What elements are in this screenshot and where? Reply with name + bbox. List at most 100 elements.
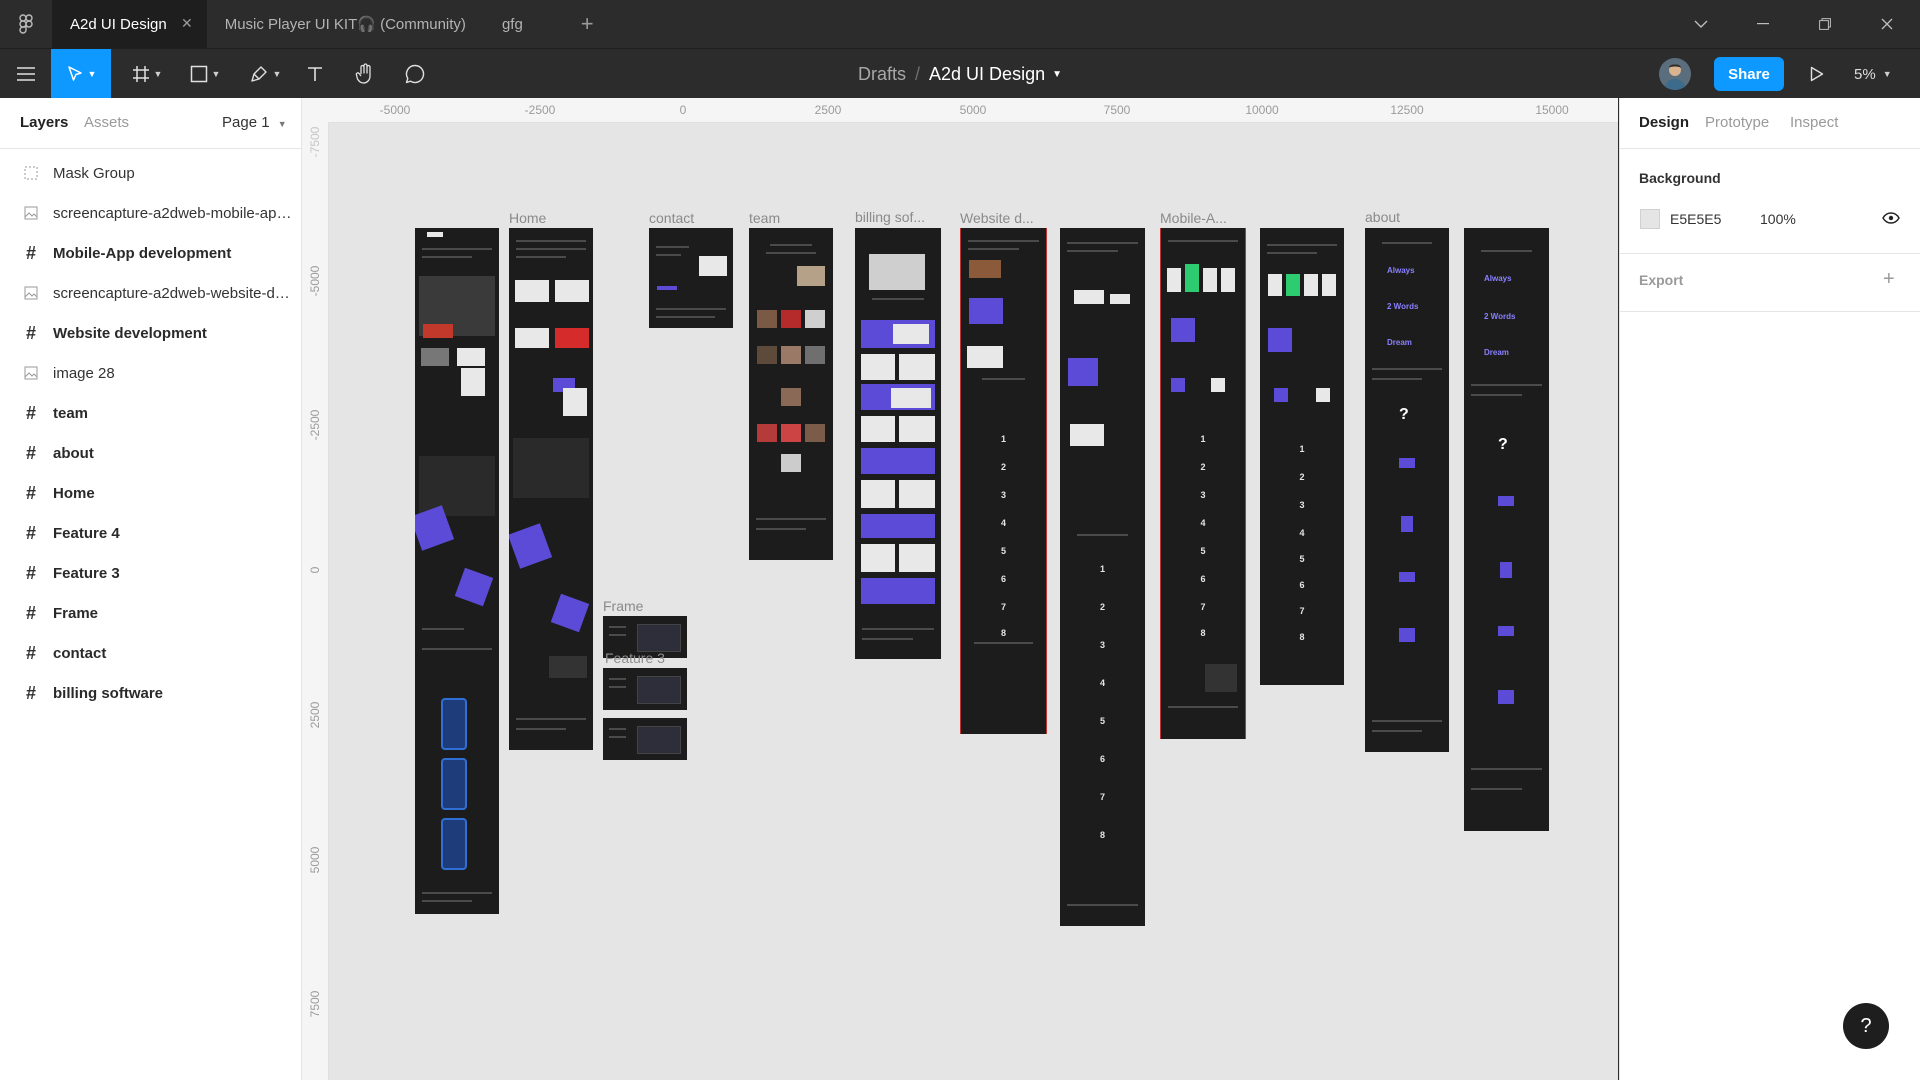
step-number: 2 xyxy=(1299,472,1305,482)
frame-image-28[interactable]: Always 2 Words Dream ? xyxy=(1464,228,1549,831)
layer-image[interactable]: image 28 xyxy=(0,353,301,393)
question-mark-icon: ? xyxy=(1399,406,1409,423)
layer-frame[interactable]: # Website development xyxy=(0,313,301,353)
zoom-value: 5% xyxy=(1854,65,1876,83)
frame-mask-group[interactable] xyxy=(415,228,499,914)
step-number: 1 xyxy=(1000,434,1006,444)
hand-icon xyxy=(355,63,371,84)
background-section-title: Background xyxy=(1639,170,1721,186)
layer-frame[interactable]: # Feature 3 xyxy=(0,553,301,593)
frame-website-development[interactable]: 1 2 3 4 5 6 7 8 xyxy=(960,228,1047,734)
close-window-icon[interactable] xyxy=(1856,0,1918,48)
frame-website-screencapture[interactable]: 1 2 3 4 5 6 7 8 xyxy=(1060,228,1145,926)
frame-label-home[interactable]: Home xyxy=(509,210,546,226)
breadcrumb-drafts-link[interactable]: Drafts xyxy=(858,64,906,85)
background-opacity-input[interactable]: 100% xyxy=(1760,211,1796,227)
figma-logo-icon[interactable] xyxy=(0,0,52,48)
layer-frame[interactable]: # team xyxy=(0,393,301,433)
layer-image[interactable]: screencapture-a2dweb-mobile-app-developm… xyxy=(0,193,301,233)
tab-prototype[interactable]: Prototype xyxy=(1705,114,1769,131)
layer-frame[interactable]: # Mobile-App development xyxy=(0,233,301,273)
layer-frame[interactable]: # billing software xyxy=(0,673,301,713)
avatar[interactable] xyxy=(1659,58,1691,90)
frame-label-team[interactable]: team xyxy=(749,210,780,226)
layer-frame[interactable]: # about xyxy=(0,433,301,473)
frame-label-frame[interactable]: Frame xyxy=(603,598,643,614)
minimize-window-icon[interactable] xyxy=(1732,0,1794,48)
image-icon xyxy=(22,284,40,302)
properties-tabs: Design Prototype Inspect xyxy=(1620,98,1920,149)
zoom-level-menu[interactable]: 5% ▼ xyxy=(1854,49,1892,99)
frame-hash-icon: # xyxy=(25,682,36,703)
frame-feature-3[interactable] xyxy=(603,668,687,710)
frame-tool-button[interactable]: ▼ xyxy=(124,49,170,99)
frame-label-feature-3[interactable]: Feature 3 xyxy=(605,650,665,666)
tab-design[interactable]: Design xyxy=(1639,114,1689,131)
about-word: Dream xyxy=(1484,348,1509,357)
file-name-menu[interactable]: A2d UI Design xyxy=(929,64,1045,85)
step-number: 3 xyxy=(1099,640,1105,650)
toolbar: ▼ ▼ ▼ ▼ Drafts / A2d UI Design ▼ Share 5… xyxy=(0,48,1920,99)
frame-label-website[interactable]: Website d... xyxy=(960,210,1034,226)
export-section-title: Export xyxy=(1639,272,1684,288)
move-tool-button[interactable]: ▼ xyxy=(51,49,111,99)
layer-frame[interactable]: # Feature 4 xyxy=(0,513,301,553)
tab-a2d-ui-design[interactable]: A2d UI Design ✕ xyxy=(52,0,207,48)
tab-music-player-ui-kit[interactable]: Music Player UI KIT🎧 (Community) xyxy=(207,0,484,48)
layer-mask-group[interactable]: Mask Group xyxy=(0,153,301,193)
layer-image[interactable]: screencapture-a2dweb-website-development… xyxy=(0,273,301,313)
frame-billing-software[interactable] xyxy=(855,228,941,659)
background-color-swatch[interactable] xyxy=(1640,209,1660,229)
layer-name: team xyxy=(53,404,89,422)
eye-visibility-icon[interactable] xyxy=(1882,211,1900,229)
tab-assets[interactable]: Assets xyxy=(84,114,129,131)
shape-tool-button[interactable]: ▼ xyxy=(182,49,228,99)
frame-label-contact[interactable]: contact xyxy=(649,210,694,226)
frame-contact[interactable] xyxy=(649,228,733,328)
step-number: 8 xyxy=(1000,628,1006,638)
tab-gfg[interactable]: gfg xyxy=(484,0,541,48)
frame-label-mobile[interactable]: Mobile-A... xyxy=(1160,210,1227,226)
layer-frame[interactable]: # Home xyxy=(0,473,301,513)
text-tool-button[interactable] xyxy=(302,49,328,99)
frame-home[interactable] xyxy=(509,228,593,750)
frame-mobile-app-development[interactable]: 1 2 3 4 5 6 7 8 xyxy=(1160,228,1246,739)
canvas[interactable]: Home contact Frame Feature 3 team billin… xyxy=(302,98,1618,1080)
frame-label-about[interactable]: about xyxy=(1365,209,1400,225)
rectangle-icon xyxy=(190,65,207,83)
add-export-icon[interactable]: + xyxy=(1883,268,1895,291)
frame-about[interactable]: Always 2 Words Dream ? xyxy=(1365,228,1449,752)
main-menu-icon[interactable] xyxy=(10,49,42,99)
background-hex-input[interactable]: E5E5E5 xyxy=(1670,211,1721,227)
chevron-down-icon[interactable]: ▼ xyxy=(1052,69,1062,80)
chevron-down-icon[interactable] xyxy=(1670,0,1732,48)
layer-name: Home xyxy=(53,484,95,502)
page-selector[interactable]: Page 1 ▼ xyxy=(222,114,287,131)
tab-layers[interactable]: Layers xyxy=(20,114,68,131)
frame-team[interactable] xyxy=(749,228,833,560)
new-tab-button[interactable]: + xyxy=(581,11,594,37)
frame-hash-icon: # xyxy=(25,562,36,583)
layer-frame[interactable]: # contact xyxy=(0,633,301,673)
frame-hash-icon: # xyxy=(25,642,36,663)
comment-tool-button[interactable] xyxy=(402,49,428,99)
step-number: 2 xyxy=(1099,602,1105,612)
close-tab-icon[interactable]: ✕ xyxy=(181,15,193,32)
present-play-icon[interactable] xyxy=(1804,49,1830,99)
step-number: 6 xyxy=(1200,574,1206,584)
restore-window-icon[interactable] xyxy=(1794,0,1856,48)
share-button[interactable]: Share xyxy=(1714,57,1784,91)
layer-frame[interactable]: # Frame xyxy=(0,593,301,633)
layer-name: contact xyxy=(53,644,107,662)
pen-tool-button[interactable]: ▼ xyxy=(242,49,288,99)
help-button[interactable]: ? xyxy=(1843,1003,1889,1049)
tab-inspect[interactable]: Inspect xyxy=(1790,114,1838,131)
frame-feature-2[interactable] xyxy=(603,718,687,760)
hand-tool-button[interactable] xyxy=(352,49,378,99)
image-icon xyxy=(22,204,40,222)
frame-mobile-app-screencapture[interactable]: 1 2 3 4 5 6 7 8 xyxy=(1260,228,1344,685)
frame-label-billing[interactable]: billing sof... xyxy=(855,209,925,225)
ruler-x-label: -5000 xyxy=(379,103,411,117)
about-word: Always xyxy=(1484,274,1512,283)
chevron-down-icon: ▼ xyxy=(1882,69,1892,79)
